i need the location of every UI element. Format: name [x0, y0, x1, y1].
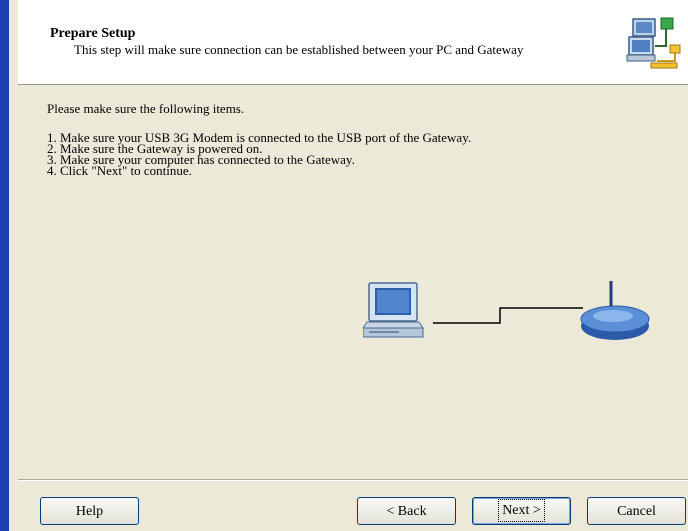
- connection-diagram: [362, 278, 655, 344]
- steps-list: 1. Make sure your USB 3G Modem is connec…: [47, 131, 667, 178]
- page-title: Prepare Setup: [50, 26, 136, 41]
- wizard-header: Prepare Setup This step will make sure c…: [18, 0, 688, 85]
- next-button[interactable]: Next >: [472, 497, 571, 525]
- step-item: 4. Click "Next" to continue.: [47, 163, 192, 178]
- connection-line: [433, 307, 583, 324]
- next-button-label: Next >: [498, 499, 545, 522]
- computer-icon: [362, 282, 424, 338]
- help-button[interactable]: Help: [40, 497, 139, 525]
- instructions: Please make sure the following items. 1.…: [47, 101, 667, 178]
- page-subtitle: This step will make sure connection can …: [74, 42, 524, 57]
- router-icon: [580, 281, 650, 340]
- button-divider: [18, 479, 688, 481]
- cancel-button[interactable]: Cancel: [587, 497, 686, 525]
- back-button[interactable]: < Back: [357, 497, 456, 525]
- wizard-window: Prepare Setup This step will make sure c…: [0, 0, 688, 531]
- intro-text: Please make sure the following items.: [47, 101, 245, 116]
- network-setup-icon: [621, 13, 687, 75]
